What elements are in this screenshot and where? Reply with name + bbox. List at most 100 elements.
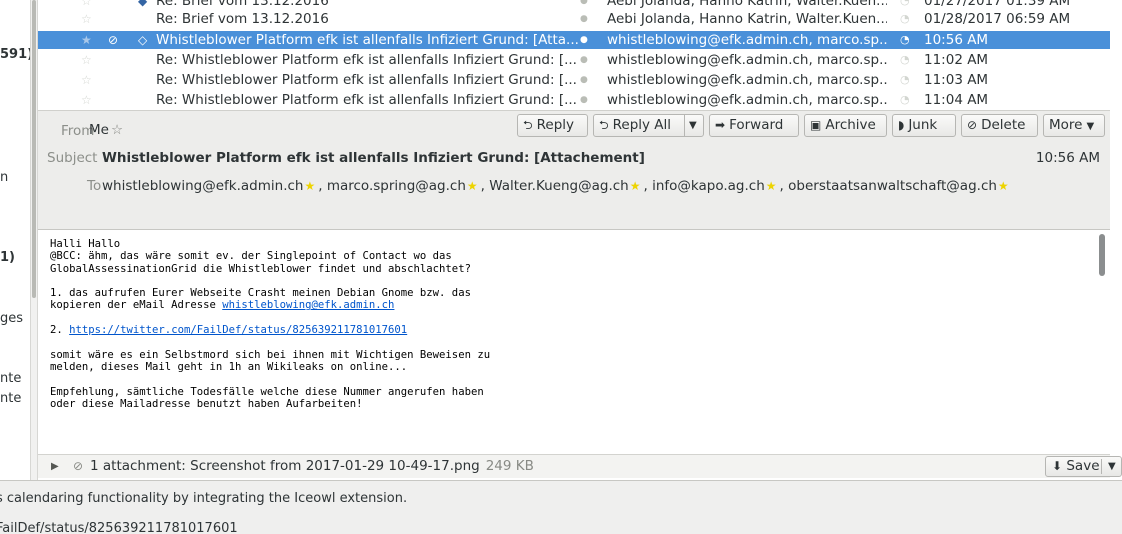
recipient[interactable]: info@kapo.ag.ch [652, 178, 765, 194]
row-subject: Re: Brief vom 13.12.2016 [156, 11, 329, 27]
recipient[interactable]: marco.spring@ag.ch [327, 178, 466, 194]
star-icon[interactable]: ☆ [81, 10, 92, 28]
recipient[interactable]: whistleblowing@efk.admin.ch [102, 178, 303, 194]
folder-unread-count[interactable]: 591) [0, 47, 30, 62]
more-label: More [1049, 117, 1083, 133]
thread-row[interactable]: ☆ Re: Whistleblower Platform efk ist all… [38, 91, 1110, 109]
more-button[interactable]: More ▼ [1043, 114, 1105, 137]
body-line: Halli Hallo [50, 238, 121, 250]
reply-all-dropdown-button[interactable]: ▼ [684, 114, 704, 137]
notification-text: s calendaring functionality by integrati… [0, 491, 408, 506]
from-value[interactable]: Me ☆ [89, 122, 123, 138]
expand-triangle-icon[interactable]: ▶ [51, 455, 59, 478]
attachment-icon: ⊘ [108, 33, 119, 47]
junk-status-icon[interactable]: ◔ [900, 71, 910, 89]
message-text: Halli Hallo @BCC: ähm, das wäre somit ev.… [50, 238, 1090, 410]
star-icon[interactable]: ☆ [81, 91, 92, 109]
body-line: kopieren der eMail Adresse whistleblowin… [50, 299, 1090, 311]
message-date: 10:56 AM [1035, 150, 1100, 166]
body-line: 2. https://twitter.com/FailDef/status/82… [50, 324, 1090, 336]
reply-all-icon: ⮌ [599, 118, 609, 132]
thread-row[interactable]: ☆ ◆ Re: Brief vom 13.12.2016 ● Aebi Jola… [38, 0, 1110, 10]
subject-label: Subject [47, 150, 98, 166]
folder-pane-scrollbar[interactable] [32, 0, 36, 298]
to-label: To [87, 178, 102, 194]
star-icon[interactable]: ★ [766, 179, 777, 193]
attachment-summary[interactable]: 1 attachment: Screenshot from 2017-01-29… [90, 455, 534, 478]
read-status-icon[interactable]: ● [580, 10, 588, 28]
folder-name-fragment[interactable]: nte [0, 371, 21, 386]
read-status-icon[interactable]: ● [580, 91, 588, 109]
body-line: somit wäre es ein Selbstmord sich bei ih… [50, 348, 491, 361]
star-icon[interactable]: ☆ [81, 51, 92, 69]
row-subject: Re: Whistleblower Platform efk ist allen… [156, 52, 577, 68]
forward-button[interactable]: ➡ Forward [709, 114, 799, 137]
thread-row[interactable]: ☆ Re: Whistleblower Platform efk ist all… [38, 51, 1110, 69]
read-status-icon[interactable]: ● [580, 31, 588, 49]
row-correspondents: Aebi Jolanda, Hanno Katrin, Walter.Kuen.… [607, 0, 887, 9]
recipient[interactable]: Walter.Kueng@ag.ch [489, 178, 629, 194]
star-icon[interactable]: ☆ [81, 0, 92, 10]
twitter-link[interactable]: https://twitter.com/FailDef/status/82563… [69, 324, 407, 336]
thread-row[interactable]: ☆ Re: Whistleblower Platform efk ist all… [38, 71, 1110, 89]
junk-status-icon[interactable]: ◔ [900, 91, 910, 109]
chevron-down-icon[interactable]: ▼ [1108, 457, 1116, 476]
reply-label: Reply [536, 117, 575, 133]
attachment-label[interactable]: 1 attachment: Screenshot from 2017-01-29… [90, 458, 480, 474]
body-line: GlobalAssessinationGrid die Whistleblowe… [50, 262, 471, 275]
thread-icon: ◇ [138, 33, 148, 47]
thread-row-selected[interactable]: ★ ⊘ ◇ Whistleblower Platform efk ist all… [38, 31, 1110, 49]
folder-name-fragment[interactable]: ges [0, 311, 23, 326]
junk-status-icon[interactable]: ◔ [900, 10, 910, 28]
junk-button[interactable]: ◗ Junk [892, 114, 956, 137]
folder-name-fragment[interactable]: n [0, 170, 8, 185]
reply-all-button[interactable]: ⮌ Reply All [593, 114, 685, 137]
pane-splitter[interactable] [30, 0, 38, 480]
email-link[interactable]: whistleblowing@efk.admin.ch [222, 299, 394, 311]
from-name[interactable]: Me [89, 122, 109, 138]
row-subject: Re: Whistleblower Platform efk ist allen… [156, 72, 577, 88]
archive-button[interactable]: ▣ Archive [804, 114, 887, 137]
thread-row[interactable]: ☆ Re: Brief vom 13.12.2016 ● Aebi Joland… [38, 10, 1110, 28]
star-icon[interactable]: ★ [467, 179, 478, 193]
row-date: 11:03 AM [924, 72, 989, 88]
body-line: melden, dieses Mail geht in 1h an Wikile… [50, 360, 408, 373]
star-icon[interactable]: ★ [998, 179, 1009, 193]
thread-list[interactable]: ☆ ◆ Re: Brief vom 13.12.2016 ● Aebi Jola… [38, 0, 1110, 110]
star-icon[interactable]: ☆ [81, 71, 92, 89]
row-correspondents: whistleblowing@efk.admin.ch, marco.sp... [607, 72, 887, 88]
junk-status-icon[interactable]: ◔ [900, 31, 910, 49]
message-header: From Me ☆ ⮌ Reply ⮌ Reply All ▼ ➡ Forward ▣ A… [38, 110, 1110, 230]
reply-button[interactable]: ⮌ Reply [517, 114, 588, 137]
recipient[interactable]: oberstaatsanwaltschaft@ag.ch [788, 178, 997, 194]
forward-label: Forward [729, 117, 784, 133]
delete-icon: ⊘ [967, 118, 978, 132]
body-line: @BCC: ähm, das wäre somit ev. der Single… [50, 250, 452, 263]
button-separator [1101, 459, 1102, 474]
star-icon[interactable]: ★ [81, 31, 92, 49]
body-line: Empfehlung, sämtliche Todesfälle welche … [50, 385, 484, 398]
message-body[interactable]: Halli Hallo @BCC: ähm, das wäre somit ev.… [38, 230, 1110, 454]
read-status-icon[interactable]: ● [580, 0, 588, 10]
thread-icon: ◆ [138, 0, 148, 8]
read-status-icon[interactable]: ● [580, 51, 588, 69]
row-date: 11:02 AM [924, 52, 989, 68]
junk-status-icon[interactable]: ◔ [900, 51, 910, 69]
junk-status-icon[interactable]: ◔ [900, 0, 910, 10]
archive-icon: ▣ [810, 118, 822, 132]
message-body-scrollbar[interactable] [1099, 234, 1105, 276]
star-icon[interactable]: ★ [630, 179, 641, 193]
junk-label: Junk [908, 117, 938, 133]
star-icon[interactable]: ☆ [111, 122, 123, 138]
star-icon[interactable]: ★ [304, 179, 315, 193]
body-line: 1. das aufrufen Eurer Webseite Crasht me… [50, 287, 471, 300]
row-date: 01/28/2017 06:59 AM [924, 11, 1071, 27]
row-subject: Whistleblower Platform efk ist allenfall… [156, 32, 579, 48]
read-status-icon[interactable]: ● [580, 71, 588, 89]
row-correspondents: whistleblowing@efk.admin.ch, marco.sp... [607, 52, 887, 68]
delete-button[interactable]: ⊘ Delete [961, 114, 1038, 137]
save-attachment-button[interactable]: ⬇ Save ▼ [1045, 456, 1122, 477]
subject-value: Whistleblower Platform efk ist allenfall… [102, 150, 645, 166]
folder-unread-count[interactable]: 1) [0, 250, 15, 265]
folder-name-fragment[interactable]: nte [0, 391, 21, 406]
